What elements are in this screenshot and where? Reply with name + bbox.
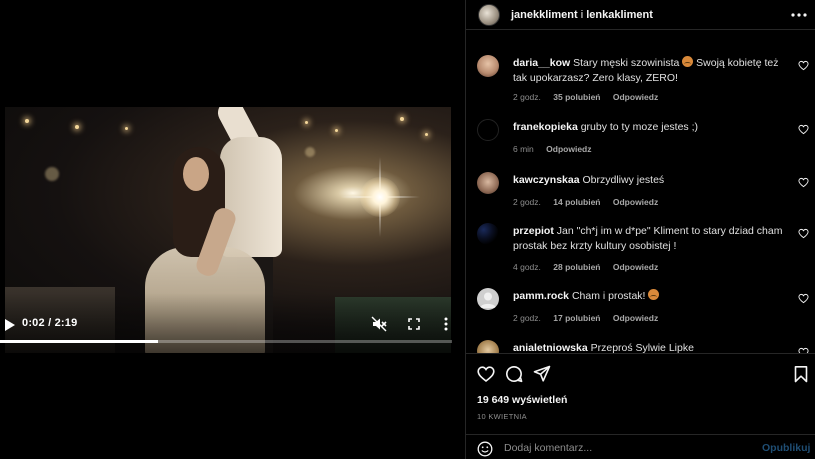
angry-face-icon bbox=[648, 289, 660, 300]
comment-composer: Opublikuj bbox=[466, 434, 815, 459]
comment-text: anialetniowska Przeproś Sylwie Lipke bbox=[513, 341, 783, 353]
heart-icon[interactable] bbox=[798, 293, 809, 304]
reply-button[interactable]: Odpowiedz bbox=[613, 92, 658, 102]
post-actions: 19 649 wyświetleń 10 KWIETNIA Opublikuj bbox=[466, 353, 815, 459]
comment-icon[interactable] bbox=[505, 365, 523, 383]
bokeh bbox=[305, 147, 315, 157]
comment-body: Cham i prostak! bbox=[571, 290, 646, 302]
comment-meta: 2 godz. 14 polubień Odpowiedz bbox=[513, 197, 668, 207]
reply-button[interactable]: Odpowiedz bbox=[613, 197, 658, 207]
video-progress-fill bbox=[0, 340, 159, 343]
comment-username[interactable]: daria__kow bbox=[513, 57, 570, 69]
avatar[interactable] bbox=[477, 288, 499, 310]
comment-text: pamm.rock Cham i prostak! bbox=[513, 289, 783, 304]
reply-button[interactable]: Odpowiedz bbox=[613, 262, 658, 272]
heart-icon[interactable] bbox=[477, 365, 495, 383]
avatar[interactable] bbox=[478, 4, 500, 26]
heart-icon[interactable] bbox=[798, 228, 809, 239]
ceiling-light bbox=[125, 127, 128, 130]
comment-meta: 2 godz. 35 polubień Odpowiedz bbox=[513, 92, 668, 102]
comment-body: Obrzydliwy jesteś bbox=[582, 174, 665, 186]
comment-meta: 6 min Odpowiedz bbox=[513, 144, 602, 154]
comment-input[interactable] bbox=[504, 439, 754, 457]
ceiling-light bbox=[335, 129, 338, 132]
comment-text: franekopieka gruby to ty moze jestes ;) bbox=[513, 120, 783, 135]
comment-text: daria__kow Stary męski szowinista Swoją … bbox=[513, 56, 783, 86]
more-horizontal-icon[interactable] bbox=[790, 6, 808, 24]
post-date[interactable]: 10 KWIETNIA bbox=[477, 412, 527, 421]
play-icon[interactable] bbox=[2, 316, 18, 334]
comment-username[interactable]: pamm.rock bbox=[513, 290, 569, 302]
video-player[interactable]: 0:02 / 2:19 bbox=[0, 0, 465, 459]
ceiling-light bbox=[75, 125, 79, 129]
groom bbox=[220, 137, 282, 257]
comment-likes[interactable]: 35 polubień bbox=[553, 92, 600, 102]
more-vertical-icon[interactable] bbox=[441, 315, 451, 333]
comment-time: 2 godz. bbox=[513, 92, 541, 102]
comment-time: 4 godz. bbox=[513, 262, 541, 272]
avatar[interactable] bbox=[477, 340, 499, 353]
stage-light bbox=[360, 177, 400, 217]
heart-icon[interactable] bbox=[798, 60, 809, 71]
comment-body: Stary męski szowinista bbox=[573, 57, 680, 69]
comment-username[interactable]: przepiot bbox=[513, 225, 554, 237]
smiley-icon[interactable] bbox=[477, 441, 493, 457]
comment-text: przepiot Jan "ch*j im w d*pe" Kliment to… bbox=[513, 224, 783, 254]
post-header: janekkliment i lenkakliment bbox=[466, 0, 815, 30]
comment-time: 6 min bbox=[513, 144, 534, 154]
bookmark-icon[interactable] bbox=[792, 365, 810, 383]
heart-icon[interactable] bbox=[798, 177, 809, 188]
ceiling-light bbox=[305, 121, 308, 124]
author-link[interactable]: lenkakliment bbox=[586, 9, 653, 21]
reply-button[interactable]: Odpowiedz bbox=[613, 313, 658, 323]
comment-body: gruby to ty moze jestes ;) bbox=[580, 121, 698, 133]
comment-likes[interactable]: 17 polubień bbox=[553, 313, 600, 323]
angry-face-icon bbox=[682, 56, 694, 67]
avatar[interactable] bbox=[477, 223, 499, 245]
comment-username[interactable]: anialetniowska bbox=[513, 342, 588, 353]
comment-username[interactable]: kawczynskaa bbox=[513, 174, 580, 186]
send-icon[interactable] bbox=[533, 365, 551, 383]
fullscreen-icon[interactable] bbox=[406, 315, 422, 333]
ceiling-light bbox=[25, 119, 29, 123]
avatar[interactable] bbox=[477, 119, 499, 141]
ceiling-light bbox=[425, 133, 428, 136]
mute-icon[interactable] bbox=[370, 315, 388, 333]
comment-time: 2 godz. bbox=[513, 197, 541, 207]
comment-list[interactable]: daria__kow Stary męski szowinista Swoją … bbox=[466, 44, 815, 353]
video-time: 0:02 / 2:19 bbox=[22, 317, 78, 329]
avatar[interactable] bbox=[477, 55, 499, 77]
author-separator: i bbox=[580, 9, 584, 21]
ceiling-light bbox=[400, 117, 404, 121]
comment-text: kawczynskaa Obrzydliwy jesteś bbox=[513, 173, 783, 188]
default-avatar-icon bbox=[480, 292, 496, 308]
avatar[interactable] bbox=[477, 172, 499, 194]
author-link[interactable]: janekkliment bbox=[511, 9, 578, 21]
comment-time: 2 godz. bbox=[513, 313, 541, 323]
bride-face bbox=[183, 157, 209, 191]
comment-body: Przeproś Sylwie Lipke bbox=[590, 342, 694, 353]
bokeh bbox=[45, 167, 59, 181]
comment-meta: 4 godz. 28 polubień Odpowiedz bbox=[513, 262, 668, 272]
comment-likes[interactable]: 28 polubień bbox=[553, 262, 600, 272]
comment-meta: 2 godz. 17 polubień Odpowiedz bbox=[513, 313, 668, 323]
video-progress-bar[interactable] bbox=[0, 340, 452, 343]
comment-username[interactable]: franekopieka bbox=[513, 121, 578, 133]
video-controls: 0:02 / 2:19 bbox=[0, 312, 465, 342]
post-authors: janekkliment i lenkakliment bbox=[511, 9, 653, 21]
reply-button[interactable]: Odpowiedz bbox=[546, 144, 591, 154]
comment-body: Jan "ch*j im w d*pe" Kliment to stary dz… bbox=[513, 225, 783, 252]
publish-button[interactable]: Opublikuj bbox=[762, 442, 810, 454]
post-panel: janekkliment i lenkakliment daria__kow S… bbox=[465, 0, 815, 459]
heart-icon[interactable] bbox=[798, 124, 809, 135]
comment-likes[interactable]: 14 polubień bbox=[553, 197, 600, 207]
view-count[interactable]: 19 649 wyświetleń bbox=[477, 394, 567, 406]
